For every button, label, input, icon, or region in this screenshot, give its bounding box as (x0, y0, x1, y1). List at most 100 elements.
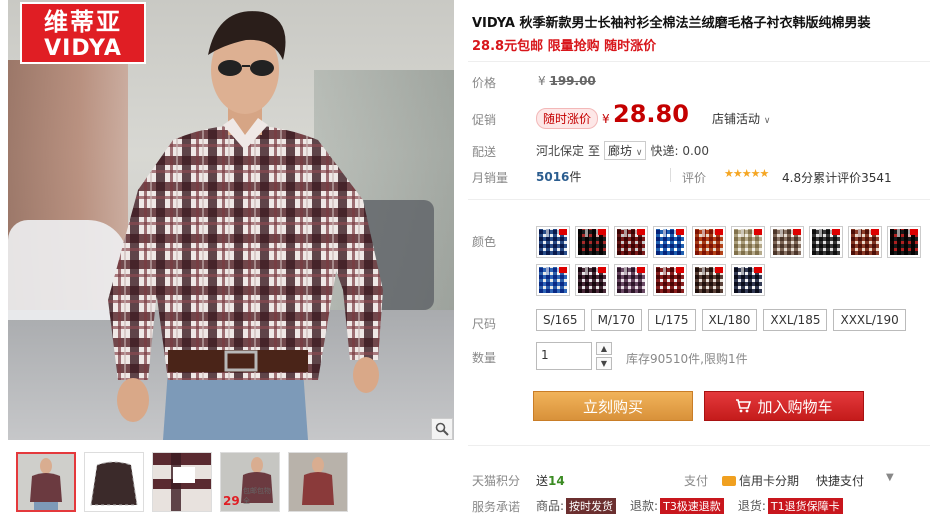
swatch-collar (702, 267, 716, 275)
caret-down-icon[interactable]: ▼ (886, 472, 894, 483)
service-badge[interactable]: T3极速退款 (660, 497, 724, 514)
service-item-label: 商品: (536, 499, 565, 513)
destination-city-select[interactable]: 廊坊 ∨ (604, 141, 647, 160)
swatch-tag-icon (832, 229, 840, 235)
swatch-tag-icon (637, 267, 645, 273)
service-item-label: 退货: (737, 499, 766, 513)
chevron-down-icon: ∨ (763, 116, 771, 126)
thumbnail-caption: 包邮包物 全 (243, 487, 271, 505)
swatch-collar (585, 267, 599, 275)
color-swatch[interactable] (731, 226, 765, 258)
brand-logo-cn: 维蒂亚 (44, 8, 122, 36)
quantity-decrease-icon[interactable]: ▼ (596, 357, 612, 370)
color-swatch[interactable] (575, 226, 609, 258)
swatch-collar (780, 229, 794, 237)
original-price-currency: ¥ (538, 74, 546, 88)
swatch-tag-icon (754, 229, 762, 235)
swatch-collar (663, 267, 677, 275)
main-product-image[interactable]: 维蒂亚 VIDYA (8, 0, 454, 440)
color-swatch[interactable] (887, 226, 921, 258)
service-promises: 商品: 按时发货 退款: T3极速退款 退货: T1退货保障卡 (536, 497, 843, 514)
service-badge[interactable]: T1退货保障卡 (767, 497, 843, 514)
tmall-points-label: 天猫积分 (472, 474, 521, 488)
color-swatch[interactable] (692, 226, 726, 258)
swatch-tag-icon (559, 229, 567, 235)
swatch-collar (858, 229, 872, 237)
divider (468, 199, 930, 200)
size-options: S/165 M/170 L/175 XL/180 XXL/185 XXXL/19… (536, 309, 906, 331)
buy-now-button[interactable]: 立刻购买 (533, 391, 693, 421)
swatch-tag-icon (598, 229, 606, 235)
color-swatch[interactable] (809, 226, 843, 258)
quantity-input[interactable]: 1 (536, 342, 592, 370)
swatch-collar (741, 267, 755, 275)
color-swatch[interactable] (614, 226, 648, 258)
swatch-tag-icon (910, 229, 918, 235)
color-swatch[interactable] (848, 226, 882, 258)
points-prefix: 送 (536, 474, 549, 488)
rating-summary-link[interactable]: 4.8分累计评价3541 (782, 169, 892, 186)
thumbnail[interactable] (152, 452, 212, 512)
thumbnail-price-badge: 29 (223, 494, 240, 508)
monthly-sales-label: 月销量 (472, 171, 509, 185)
size-option[interactable]: XXL/185 (763, 309, 828, 331)
cart-icon (735, 393, 752, 423)
swatch-collar (624, 229, 638, 237)
price-label: 价格 (472, 76, 497, 90)
product-subtitle: 28.8元包邮 限量抢购 随时涨价 (472, 39, 657, 54)
credit-installment-label: 信用卡分期 (739, 474, 800, 488)
color-swatch[interactable] (653, 226, 687, 258)
size-option[interactable]: S/165 (536, 309, 585, 331)
swatch-tag-icon (559, 267, 567, 273)
service-item-label: 退款: (630, 499, 659, 513)
swatch-tag-icon (598, 267, 606, 273)
monthly-sales-unit: 件 (569, 170, 582, 184)
store-activity-label: 店铺活动 (712, 112, 761, 126)
quick-pay[interactable]: 快捷支付 (816, 472, 864, 489)
color-swatch[interactable] (692, 264, 726, 296)
swatch-tag-icon (715, 267, 723, 273)
credit-installment[interactable]: 信用卡分期 (722, 472, 799, 489)
thumbnail[interactable] (288, 452, 348, 512)
size-option[interactable]: XL/180 (701, 309, 758, 331)
color-swatch[interactable] (731, 264, 765, 296)
service-item: 退货: T1退货保障卡 (738, 497, 843, 514)
monthly-sales: 5016件 (536, 168, 581, 185)
quantity-increase-icon[interactable]: ▲ (596, 342, 612, 355)
swatch-tag-icon (637, 229, 645, 235)
size-option[interactable]: L/175 (647, 309, 696, 331)
color-swatch[interactable] (536, 226, 570, 258)
service-item: 退款: T3极速退款 (630, 497, 724, 514)
size-label: 尺码 (472, 317, 497, 331)
thumbnail[interactable]: 29 包邮包物 全 (220, 452, 280, 512)
thumbnail[interactable] (84, 452, 144, 512)
service-badge[interactable]: 按时发货 (566, 497, 617, 514)
brand-logo-en: VIDYA (44, 36, 122, 61)
swatch-tag-icon (793, 229, 801, 235)
destination-city: 廊坊 (608, 144, 633, 158)
monthly-sales-count: 5016 (536, 170, 570, 184)
rating-stars: ★★★★★ (724, 167, 769, 180)
color-swatch[interactable] (536, 264, 570, 296)
delivery-label: 配送 (472, 145, 497, 159)
thumbnail[interactable] (16, 452, 76, 512)
add-to-cart-button[interactable]: 加入购物车 (704, 391, 864, 421)
product-title: VIDYA 秋季新款男士长袖衬衫全棉法兰绒磨毛格子衬衣韩版纯棉男装 (472, 16, 871, 31)
thumbnail-strip: 29 包邮包物 全 (16, 452, 356, 512)
color-swatch[interactable] (653, 264, 687, 296)
payment-label: 支付 (684, 474, 709, 488)
swatch-collar (546, 267, 560, 275)
swatch-collar (819, 229, 833, 237)
zoom-icon[interactable] (431, 418, 453, 440)
sale-price: 28.80 (613, 100, 689, 128)
size-option[interactable]: XXXL/190 (833, 309, 906, 331)
store-activity-dropdown[interactable]: 店铺活动 ∨ (712, 110, 770, 127)
color-swatch[interactable] (575, 264, 609, 296)
color-label: 颜色 (472, 235, 497, 249)
quantity-label: 数量 (472, 351, 497, 365)
ship-to-word: 至 (588, 144, 601, 158)
color-swatch[interactable] (614, 264, 648, 296)
color-swatch[interactable] (770, 226, 804, 258)
size-option[interactable]: M/170 (590, 309, 642, 331)
swatch-collar (624, 267, 638, 275)
